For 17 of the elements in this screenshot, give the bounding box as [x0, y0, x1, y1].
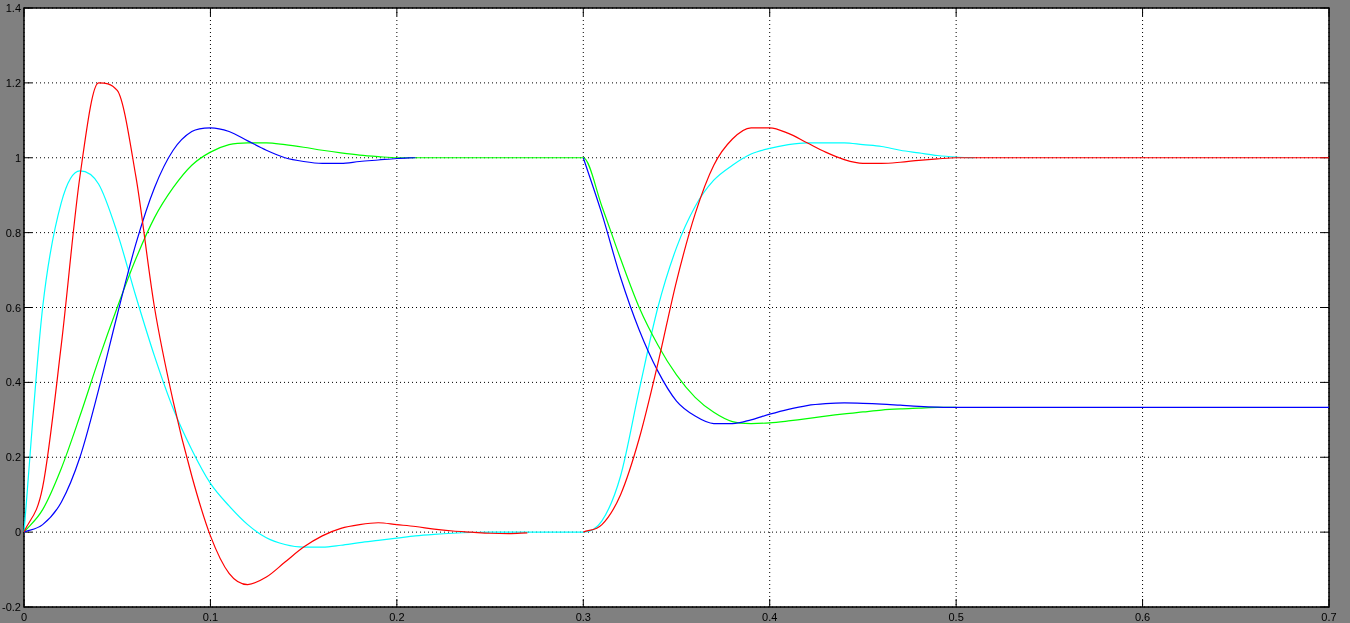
axis-tick-label: 0.2 — [5, 451, 21, 464]
axis-tick-label: 1.2 — [5, 76, 21, 89]
axis-tick-label: 0.7 — [1321, 611, 1337, 623]
axis-tick-label: 0.5 — [948, 611, 964, 623]
axis-tick-label: 0.3 — [575, 611, 591, 623]
axis-tick-label: 1 — [14, 151, 21, 164]
axis-tick-label: -0.2 — [2, 601, 21, 613]
axis-tick-label: 0.4 — [5, 376, 21, 389]
axis-tick-label: 1.4 — [5, 2, 21, 14]
axis-tick-label: 0.8 — [5, 226, 21, 239]
axis-tick-label: 0.2 — [389, 611, 405, 623]
axis-tick-label: 0 — [14, 526, 21, 539]
axis-tick-label: 0.6 — [5, 301, 21, 314]
axis-tick-label: 0.6 — [1134, 611, 1151, 623]
axis-tick-label: 0 — [20, 611, 28, 623]
axis-tick-label: 0.4 — [762, 611, 778, 623]
axis-tick-label: 0.1 — [202, 611, 219, 623]
